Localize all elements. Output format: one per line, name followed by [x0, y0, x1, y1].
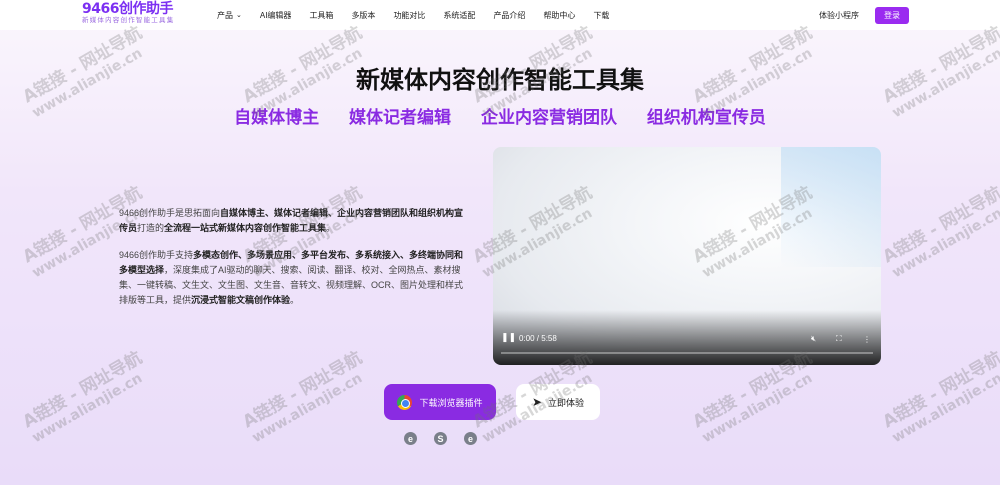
intro-video-player[interactable]: ❚❚ 0:00 / 5:58 🔇︎ ⛶ ⋮ — [493, 147, 881, 365]
fullscreen-icon[interactable]: ⛶ — [836, 334, 842, 344]
mute-icon[interactable]: 🔇︎ — [811, 334, 816, 344]
edge-icon[interactable]: e — [404, 432, 417, 445]
chrome-icon — [397, 394, 413, 410]
audience-item: 媒体记者编辑 — [349, 108, 452, 128]
video-progress-bar[interactable] — [501, 352, 873, 354]
top-navbar: 9466创作助手 新媒体内容创作智能工具集 产品 ⌄ AI编辑器 工具箱 多版本 … — [0, 0, 1000, 30]
mini-program-link[interactable]: 体验小程序 — [819, 10, 859, 21]
watermark: A链接 - 网址导航 www.alianjie.cn — [19, 348, 154, 447]
main-nav: 产品 ⌄ AI编辑器 工具箱 多版本 功能对比 系统适配 产品介绍 帮助中心 下载 — [217, 0, 627, 30]
download-button-label: 下载浏览器插件 — [419, 397, 483, 408]
watermark: A链接 - 网址导航 www.alianjie.cn — [879, 348, 1000, 447]
ie-icon[interactable]: e — [464, 432, 477, 445]
pause-icon[interactable]: ❚❚ — [501, 332, 516, 343]
nav-item-versions[interactable]: 多版本 — [351, 10, 375, 21]
watermark: A链接 - 网址导航 www.alianjie.cn — [239, 348, 374, 447]
nav-item-feature-compare[interactable]: 功能对比 — [393, 10, 425, 21]
nav-item-system-compat[interactable]: 系统适配 — [443, 10, 475, 21]
sogou-icon[interactable]: S — [434, 432, 447, 445]
video-time: 0:00 / 5:58 — [519, 334, 557, 343]
nav-item-help-center[interactable]: 帮助中心 — [543, 10, 575, 21]
logo-text: 9466创作助手 — [82, 1, 173, 17]
text-span: 9466创作助手支持 — [119, 250, 194, 260]
nav-item-product[interactable]: 产品 ⌄ — [217, 10, 242, 21]
nav-item-download[interactable]: 下载 — [593, 10, 609, 21]
nav-item-ai-editor[interactable]: AI编辑器 — [260, 10, 292, 21]
text-span: 打造的 — [137, 223, 165, 233]
nav-item-toolbox[interactable]: 工具箱 — [309, 10, 333, 21]
watermark: A链接 - 网址导航 www.alianjie.cn — [879, 183, 1000, 282]
chevron-down-icon: ⌄ — [236, 12, 242, 19]
nav-item-product-intro[interactable]: 产品介绍 — [493, 10, 525, 21]
more-options-icon[interactable]: ⋮ — [863, 335, 871, 344]
text-span: 。 — [290, 295, 300, 305]
nav-label: 产品 — [217, 10, 233, 20]
login-button[interactable]: 登录 — [875, 7, 909, 24]
highlight-text: 沉浸式智能文稿创作体验 — [191, 295, 291, 305]
